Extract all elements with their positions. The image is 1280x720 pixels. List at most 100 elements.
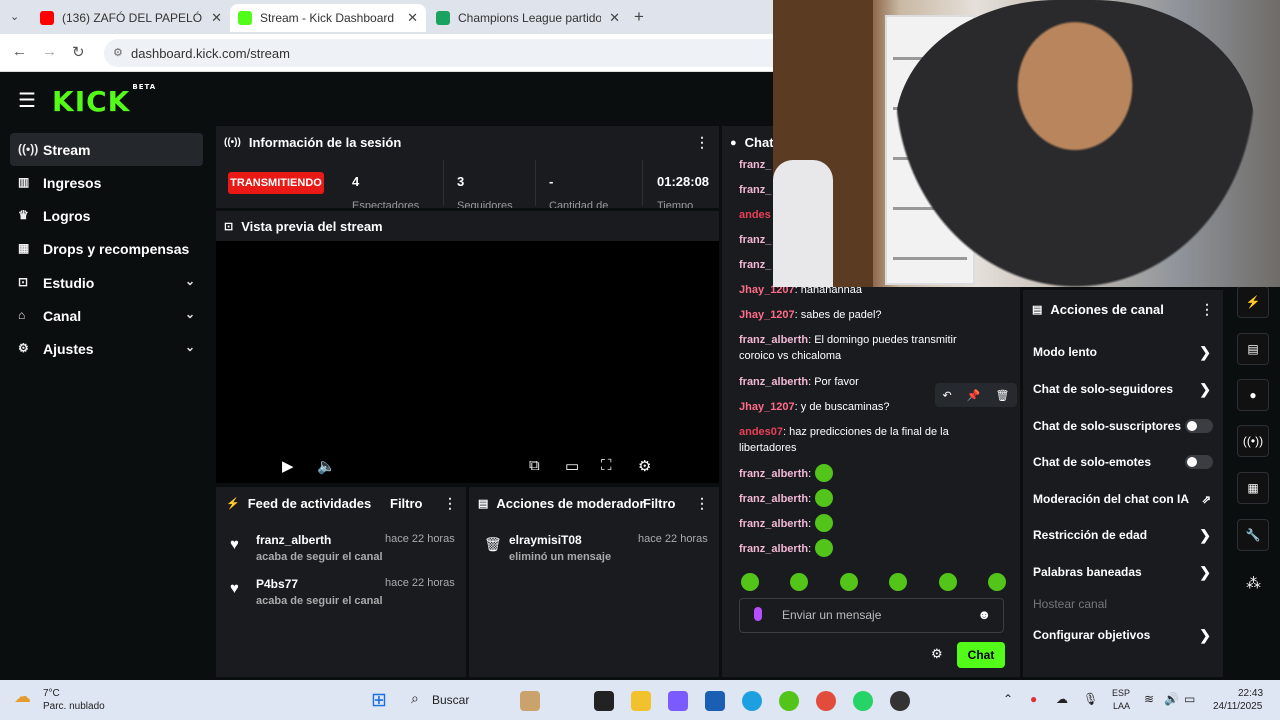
chat-icon[interactable]: ●: [1237, 379, 1269, 411]
chat-username[interactable]: andes07: [739, 426, 783, 438]
sidebar-item-drops[interactable]: ▦ Drops y recompensas: [10, 232, 203, 265]
reply-icon[interactable]: ↶: [943, 389, 952, 402]
chat-username[interactable]: franz_alberth: [739, 493, 808, 505]
toggle-switch[interactable]: [1185, 455, 1213, 469]
chat-username[interactable]: andes: [739, 209, 771, 221]
whatsapp-icon[interactable]: [853, 691, 873, 711]
mod-menu-icon[interactable]: ⋮: [695, 495, 709, 512]
chat-username[interactable]: franz_: [739, 259, 771, 271]
reload-icon[interactable]: ↻: [72, 43, 85, 61]
session-menu-icon[interactable]: ⋮: [695, 134, 709, 151]
volume-icon[interactable]: 🔊: [1164, 692, 1179, 706]
mod-filter-button[interactable]: Filtro: [643, 496, 676, 511]
emoji-icon[interactable]: ☻: [977, 607, 991, 622]
forward-icon[interactable]: →: [42, 43, 57, 60]
clock-time[interactable]: 22:43: [1238, 688, 1263, 699]
taskbar-search[interactable]: Buscar: [432, 693, 469, 707]
feed-menu-icon[interactable]: ⋮: [443, 495, 457, 512]
chat-username[interactable]: franz_: [739, 159, 771, 171]
battery-icon[interactable]: ▭: [1184, 692, 1195, 706]
theater-icon[interactable]: ▭: [565, 457, 579, 475]
layout-icon[interactable]: ▦: [1237, 472, 1269, 504]
kick-logo[interactable]: KICK BETA: [52, 83, 155, 118]
channel-actions-menu-icon[interactable]: ⋮: [1200, 301, 1214, 318]
search-icon[interactable]: ⌕: [411, 690, 419, 707]
tray-app-icon[interactable]: ●: [1030, 692, 1037, 706]
site-info-icon[interactable]: ⚙: [113, 46, 123, 59]
edge-icon[interactable]: [742, 691, 762, 711]
action-solo-seguidores[interactable]: Chat de solo-seguidores ❯: [1033, 381, 1213, 397]
file-explorer-icon[interactable]: [631, 691, 651, 711]
close-icon[interactable]: ✕: [211, 10, 222, 26]
action-moderacion-ia[interactable]: Moderación del chat con IA ⇗: [1033, 492, 1213, 506]
sidebar-item-ajustes[interactable]: ⚙ Ajustes ⌄: [10, 332, 203, 365]
action-restriccion-edad[interactable]: Restricción de edad ❯: [1033, 527, 1213, 543]
new-tab-icon[interactable]: +: [634, 7, 644, 27]
action-palabras-baneadas[interactable]: Palabras baneadas ❯: [1033, 564, 1213, 580]
pin-icon[interactable]: 📌: [967, 389, 981, 402]
chat-settings-icon[interactable]: ⚙: [931, 646, 943, 662]
action-modo-lento[interactable]: Modo lento ❯: [1033, 344, 1213, 360]
onedrive-icon[interactable]: ☁: [1056, 692, 1068, 706]
chat-username[interactable]: franz_alberth: [739, 334, 808, 346]
wrench-icon[interactable]: 🔧: [1237, 519, 1269, 551]
task-view-icon[interactable]: [594, 691, 614, 711]
weather-temp[interactable]: 7°C: [43, 688, 60, 699]
delete-icon[interactable]: 🗑: [996, 389, 1010, 402]
mic-tray-icon[interactable]: 🎙: [1083, 692, 1098, 706]
chat-send-button[interactable]: Chat: [957, 642, 1005, 668]
chrome-icon[interactable]: [816, 691, 836, 711]
toggle-switch[interactable]: [1185, 419, 1213, 433]
chat-username[interactable]: franz_alberth: [739, 468, 808, 480]
chat-input[interactable]: Enviar un mensaje ☻: [739, 598, 1004, 633]
chevron-up-icon[interactable]: ⌃: [1003, 692, 1013, 706]
sidebar-item-logros[interactable]: ♛ Logros: [10, 199, 203, 232]
feed-filter-button[interactable]: Filtro: [390, 496, 423, 511]
broadcast-icon[interactable]: ((•)): [1237, 425, 1269, 457]
clock-date[interactable]: 24/11/2025: [1213, 701, 1262, 712]
microphone-icon[interactable]: [754, 607, 762, 621]
emote-icon[interactable]: [889, 573, 908, 591]
chat-username[interactable]: franz_: [739, 184, 771, 196]
url-field[interactable]: ⚙ dashboard.kick.com/stream: [104, 39, 804, 67]
store-icon[interactable]: [705, 691, 725, 711]
tab-list-icon[interactable]: ⌄: [10, 10, 19, 23]
back-icon[interactable]: ←: [12, 43, 27, 60]
sidebar-item-stream[interactable]: ((•)) Stream: [10, 133, 203, 166]
sidebar-item-estudio[interactable]: ⊡ Estudio ⌄: [10, 266, 203, 299]
emote-icon[interactable]: [839, 573, 858, 591]
fullscreen-icon[interactable]: ⛶: [601, 457, 612, 474]
tab-champions[interactable]: Champions League partidos y r ✕: [428, 4, 628, 32]
connections-icon[interactable]: ⁂: [1246, 574, 1261, 592]
chat-username[interactable]: Jhay_1207: [739, 401, 795, 413]
quick-actions-icon[interactable]: ⚡: [1237, 286, 1269, 318]
close-icon[interactable]: ✕: [609, 10, 620, 26]
tab-kick-dashboard[interactable]: Stream - Kick Dashboard ✕: [230, 4, 426, 32]
language-indicator[interactable]: ESP: [1112, 688, 1130, 698]
emote-icon[interactable]: [741, 573, 759, 591]
settings-icon[interactable]: ⚙: [638, 457, 651, 475]
sidebar-item-canal[interactable]: ⌂ Canal ⌄: [10, 299, 203, 332]
action-configurar-objetivos[interactable]: Configurar objetivos ❯: [1033, 627, 1213, 643]
chat-username[interactable]: franz_alberth: [739, 376, 808, 388]
tab-youtube[interactable]: (136) ZAFÓ DEL PAPELÓN: EL R ✕: [32, 4, 230, 32]
close-icon[interactable]: ✕: [407, 10, 418, 26]
menu-icon[interactable]: ☰: [18, 88, 36, 113]
weather-desc[interactable]: Parc. nublado: [43, 701, 105, 712]
copilot-icon[interactable]: [668, 691, 688, 711]
emote-icon[interactable]: [938, 573, 957, 591]
notes-icon[interactable]: ▤: [1237, 333, 1269, 365]
kick-app-icon[interactable]: [779, 691, 799, 711]
volume-icon[interactable]: 🔈: [317, 457, 336, 475]
sidebar-item-ingresos[interactable]: ▥ Ingresos: [10, 166, 203, 199]
wifi-icon[interactable]: ≋: [1144, 692, 1154, 706]
keyboard-layout[interactable]: LAA: [1113, 701, 1130, 711]
play-icon[interactable]: ▶: [282, 457, 294, 475]
chat-username[interactable]: franz_: [739, 234, 771, 246]
chat-username[interactable]: franz_alberth: [739, 543, 808, 555]
chat-username[interactable]: franz_alberth: [739, 518, 808, 530]
emote-icon[interactable]: [790, 573, 809, 591]
obs-icon[interactable]: [890, 691, 910, 711]
windows-start-icon[interactable]: ⊞: [371, 689, 387, 712]
mini-player-icon[interactable]: ⧉: [529, 457, 540, 474]
